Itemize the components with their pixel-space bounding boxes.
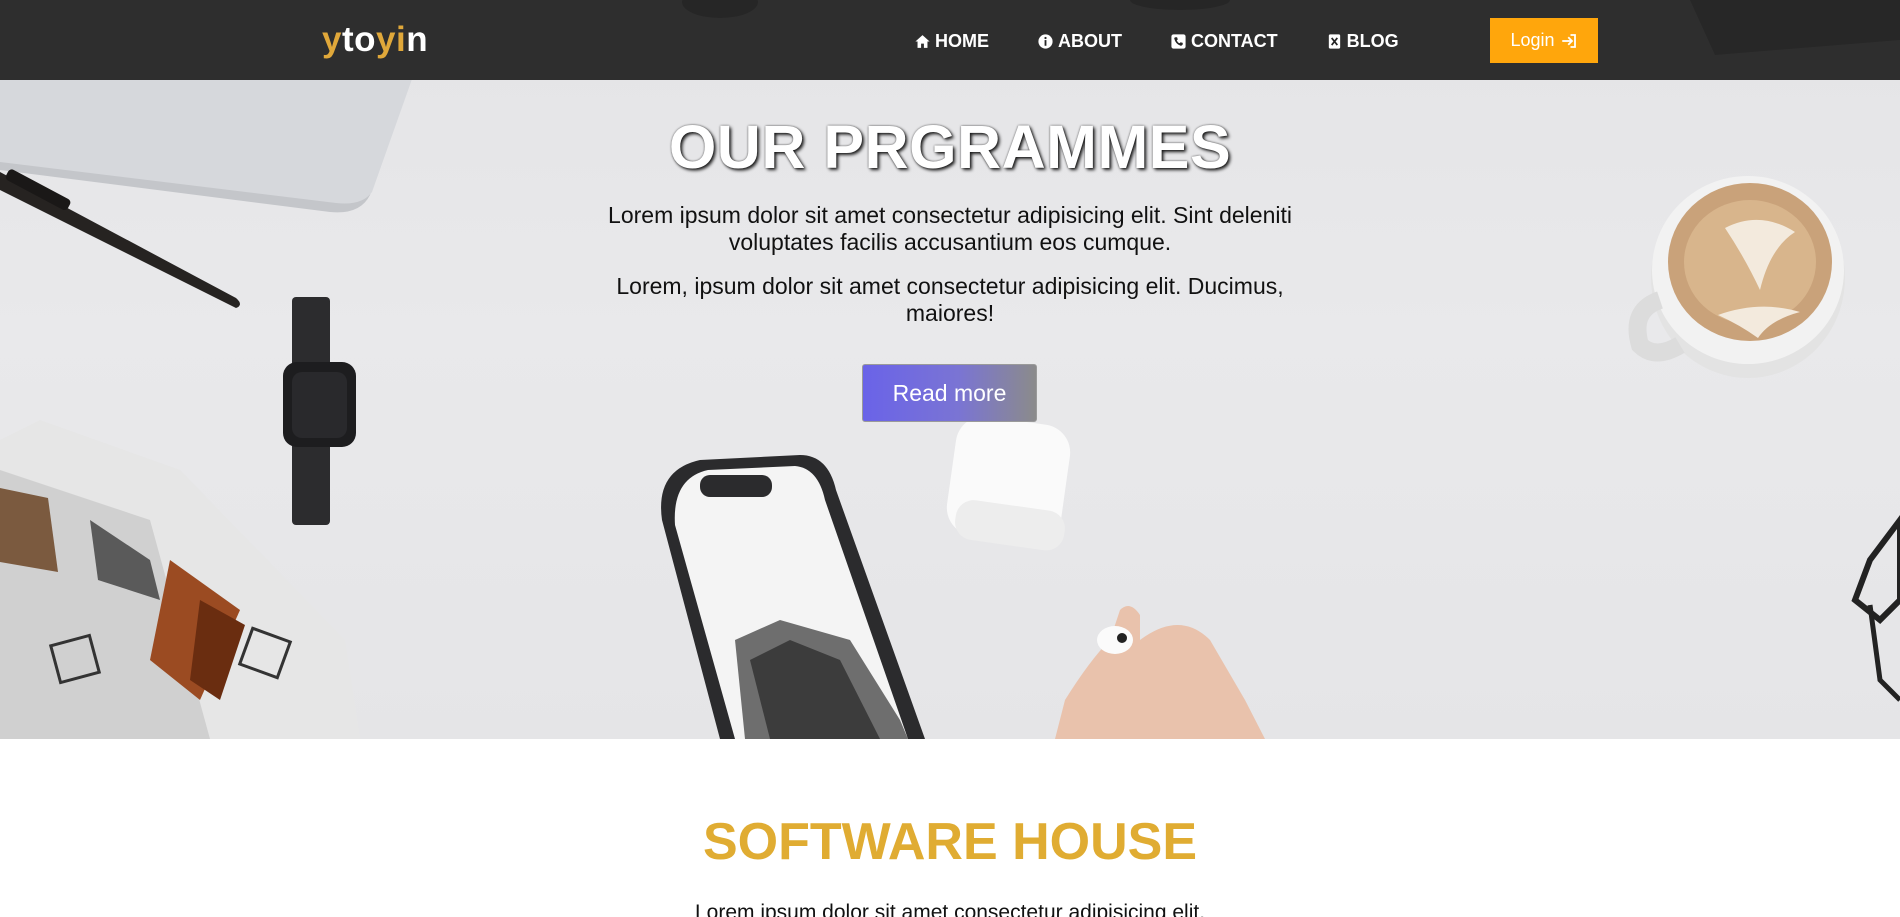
nav-item-home[interactable]: HOME — [914, 30, 989, 52]
nav-item-label: CONTACT — [1191, 30, 1278, 51]
phone-icon — [1171, 33, 1186, 49]
logo-letter-4: n — [406, 20, 429, 59]
brand-logo[interactable]: ytoyin — [322, 20, 428, 60]
nav-item-blog[interactable]: BLOG — [1326, 30, 1399, 52]
top-navbar: ytoyin HOME ABOUT CONTACT BLOG Login — [0, 0, 1900, 80]
logo-letter-3: yi — [376, 20, 407, 59]
hero-paragraph-2: Lorem, ipsum dolor sit amet consectetur … — [616, 273, 1284, 326]
nav-item-label: HOME — [935, 30, 989, 51]
logo-letter-2: to — [341, 20, 377, 59]
hero-paragraph-1: Lorem ipsum dolor sit amet consectetur a… — [608, 202, 1292, 255]
section-text: Lorem ipsum dolor sit amet consectetur a… — [694, 901, 1206, 917]
login-button[interactable]: Login — [1490, 18, 1598, 63]
read-more-button[interactable]: Read more — [862, 364, 1037, 422]
nav-item-about[interactable]: ABOUT — [1037, 30, 1122, 52]
nav-item-label: BLOG — [1346, 30, 1399, 51]
login-button-label: Login — [1510, 30, 1555, 50]
sign-in-icon — [1561, 33, 1576, 48]
section-title: SOFTWARE HOUSE — [702, 813, 1198, 871]
home-icon — [915, 34, 930, 48]
nav-item-label: ABOUT — [1058, 30, 1122, 51]
logo-letter-1: y — [322, 20, 342, 59]
hero-title: OUR PRGRAMMES — [668, 113, 1232, 181]
navbar-container: ytoyin HOME ABOUT CONTACT BLOG Login — [0, 0, 1900, 80]
info-icon — [1038, 33, 1053, 49]
nav-item-contact[interactable]: CONTACT — [1170, 30, 1278, 52]
blog-icon — [1328, 33, 1340, 49]
nav-menu: HOME ABOUT CONTACT BLOG — [914, 30, 1447, 52]
